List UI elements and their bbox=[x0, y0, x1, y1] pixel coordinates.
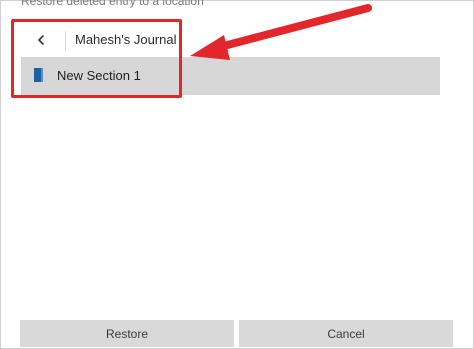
cancel-button[interactable]: Cancel bbox=[239, 320, 453, 347]
dialog-instruction: Restore deleted entry to a location bbox=[21, 0, 204, 8]
notebook-breadcrumb: Mahesh's Journal bbox=[21, 25, 441, 55]
section-label: New Section 1 bbox=[57, 68, 141, 83]
restore-dialog: Restore deleted entry to a location Mahe… bbox=[0, 0, 474, 349]
back-button[interactable] bbox=[29, 28, 53, 52]
section-tab-icon bbox=[34, 68, 43, 82]
notebook-title: Mahesh's Journal bbox=[75, 32, 177, 47]
section-item[interactable]: New Section 1 bbox=[21, 57, 440, 95]
restore-button[interactable]: Restore bbox=[20, 320, 234, 347]
chevron-left-icon bbox=[38, 35, 44, 45]
breadcrumb-divider bbox=[65, 31, 66, 51]
